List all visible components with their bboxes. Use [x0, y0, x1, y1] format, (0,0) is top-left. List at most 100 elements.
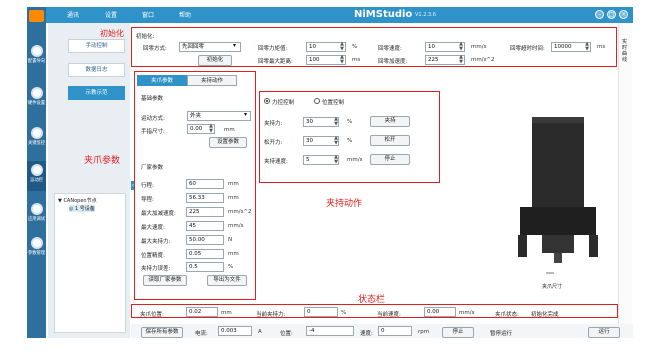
tab-jaw-params[interactable]: 夹爪参数 — [137, 75, 187, 86]
factory-row-label: 夹持力误差: — [141, 266, 171, 272]
status-state-value: 初始化完成 — [531, 312, 559, 318]
status-speed-label: 当前速度: — [377, 312, 401, 318]
bottom-speed-unit: rpm — [418, 329, 430, 335]
current-value: 0.003 — [218, 326, 252, 336]
basic-params-title: 基础参数 — [141, 96, 164, 102]
rail-item-motion[interactable]: 运动控 — [27, 161, 46, 191]
factory-row-value[interactable]: 225 — [186, 207, 224, 217]
device-tree: ▼ CANopen节点 ◎ 1 号设备 — [54, 193, 126, 333]
grip-force-label: 夹持力: — [264, 121, 283, 127]
gripper-body — [532, 117, 584, 207]
current-label: 电流: — [195, 331, 208, 337]
grip-button[interactable]: 夹持 — [370, 116, 410, 127]
jaw-dir-select[interactable]: 外夹 — [187, 111, 251, 121]
factory-row-value[interactable]: 60 — [186, 179, 224, 189]
init-speed-unit: mm/s — [471, 44, 487, 50]
status-speed-unit: mm/s — [459, 310, 475, 316]
spin-icon[interactable]: ▲ ▼ — [458, 42, 464, 52]
init-timeout-label: 回零超时时间: — [510, 46, 545, 52]
bottom-stop-button[interactable]: 停止 — [442, 327, 474, 338]
grip-speed-unit: mm/s — [347, 157, 363, 163]
open-force-unit: % — [347, 138, 353, 144]
gripper-finger-right — [589, 235, 598, 257]
run-button[interactable]: 运行 — [588, 327, 620, 338]
app-logo-icon — [29, 10, 44, 22]
bottom-pos-label: 位置: — [280, 331, 293, 337]
init-pos-label: 回零最大距离: — [258, 59, 293, 65]
right-strip[interactable]: 实时曲线 — [618, 23, 632, 338]
subnav-data-log[interactable]: 数据日志 — [68, 63, 125, 77]
parameter-icon — [30, 237, 43, 249]
factory-row-value[interactable]: 45 — [186, 221, 224, 231]
init-force-unit: % — [352, 44, 358, 50]
tree-child[interactable]: ◎ 1 号设备 — [69, 205, 95, 212]
current-unit: A — [258, 329, 262, 335]
radio-force-mode[interactable] — [264, 98, 270, 104]
rail-item-wizard[interactable]: 配置导向 — [27, 45, 46, 64]
subnav-teach[interactable]: 示教示范 — [68, 86, 125, 100]
factory-row-unit: mm — [228, 251, 239, 257]
force-mode-label: 力控控制 — [272, 100, 295, 106]
init-speed-label: 回零速度: — [378, 46, 402, 52]
chevron-down-icon[interactable]: ▾ — [233, 42, 236, 49]
menu-settings[interactable]: 设置 — [105, 10, 117, 19]
factory-row-value[interactable]: 0.05 — [186, 249, 224, 259]
menu-comm[interactable]: 通讯 — [67, 10, 79, 19]
factory-row-unit: mm — [228, 195, 239, 201]
init-button[interactable]: 初始化 — [198, 55, 232, 66]
init-accel-unit: mm/s^2 — [471, 57, 495, 63]
factory-row-unit: mm/s^2 — [228, 209, 252, 215]
menu-help[interactable]: 帮助 — [179, 10, 191, 19]
bottom-speed-label: 速度: — [360, 331, 373, 337]
bottom-status-text: 暂停运行 — [490, 331, 513, 337]
title-bar: 通讯 设置 窗口 帮助 NiMStudio V1.2.3.6 – □ × — [27, 7, 633, 23]
open-button[interactable]: 松开 — [370, 135, 410, 146]
rail-item-monitor[interactable]: 关键监控 — [27, 127, 46, 146]
factory-row-value[interactable]: 50.00 — [186, 235, 224, 245]
set-params-button[interactable]: 设置参数 — [209, 137, 247, 148]
init-mode-label: 回零方式: — [143, 46, 167, 52]
factory-params-title: 厂家参数 — [141, 165, 164, 171]
factory-row-value[interactable]: 0.5 — [186, 262, 224, 272]
sub-navigation: 手动控制 数据日志 示教示范 ▼ CANopen节点 ◎ 1 号设备 — [48, 23, 130, 338]
stop-button[interactable]: 停止 — [370, 154, 410, 165]
spin-icon[interactable]: ▲ ▼ — [208, 124, 214, 134]
factory-row-label: 导程: — [141, 197, 154, 203]
bottom-speed-value: 0 — [378, 326, 412, 336]
maximize-button[interactable]: □ — [607, 10, 616, 19]
init-accel-label: 回零加速度: — [378, 59, 408, 65]
subnav-manual-control[interactable]: 手动控制 — [68, 39, 125, 53]
spin-icon[interactable]: ▲ ▼ — [333, 136, 339, 146]
init-mode-select[interactable]: 先回回零 — [179, 42, 241, 52]
minimize-button[interactable]: – — [595, 10, 604, 19]
spin-icon[interactable]: ▲ ▼ — [333, 117, 339, 127]
status-speed-value: 0.00 — [424, 307, 456, 317]
rail-item-debug[interactable]: 应用调试 — [27, 203, 46, 222]
annotation-grip-action: 夹持动作 — [326, 199, 363, 209]
factory-row-value[interactable]: 56.33 — [186, 193, 224, 203]
menu-window[interactable]: 窗口 — [142, 10, 154, 19]
status-force-value: 0 — [304, 307, 338, 317]
save-all-params-button[interactable]: 保存所有参数 — [141, 327, 183, 338]
left-rail: 配置导向 硬件设置 关键监控 运动控 应用调试 参数管理 — [27, 7, 46, 338]
spin-icon[interactable]: ▲ ▼ — [339, 55, 345, 65]
factory-row-label: 位置精度: — [141, 253, 165, 259]
spin-icon[interactable]: ▲ ▼ — [339, 42, 345, 52]
chevron-down-icon[interactable]: ▾ — [244, 111, 247, 118]
jaw-size-label: 手指尺寸: — [141, 129, 165, 135]
spin-icon[interactable]: ▲ ▼ — [584, 42, 590, 52]
position-mode-label: 位置控制 — [322, 100, 345, 106]
tree-root[interactable]: ▼ CANopen节点 — [58, 197, 97, 204]
spin-icon[interactable]: ▲ ▼ — [458, 55, 464, 65]
annotation-init: 初始化 — [100, 29, 124, 38]
export-file-button[interactable]: 导出为文件 — [207, 275, 247, 286]
read-factory-params-button[interactable]: 读取厂家参数 — [143, 275, 187, 286]
hardware-icon — [30, 87, 43, 99]
radio-position-mode[interactable] — [314, 98, 320, 104]
gripper-caption: 夹爪尺寸 — [542, 284, 563, 290]
tab-grip-action[interactable]: 夹持动作 — [187, 75, 237, 86]
spin-icon[interactable]: ▲ ▼ — [333, 155, 339, 165]
rail-item-params[interactable]: 参数管理 — [27, 237, 46, 256]
rail-item-hardware[interactable]: 硬件设置 — [27, 87, 46, 106]
close-button[interactable]: × — [619, 10, 628, 19]
